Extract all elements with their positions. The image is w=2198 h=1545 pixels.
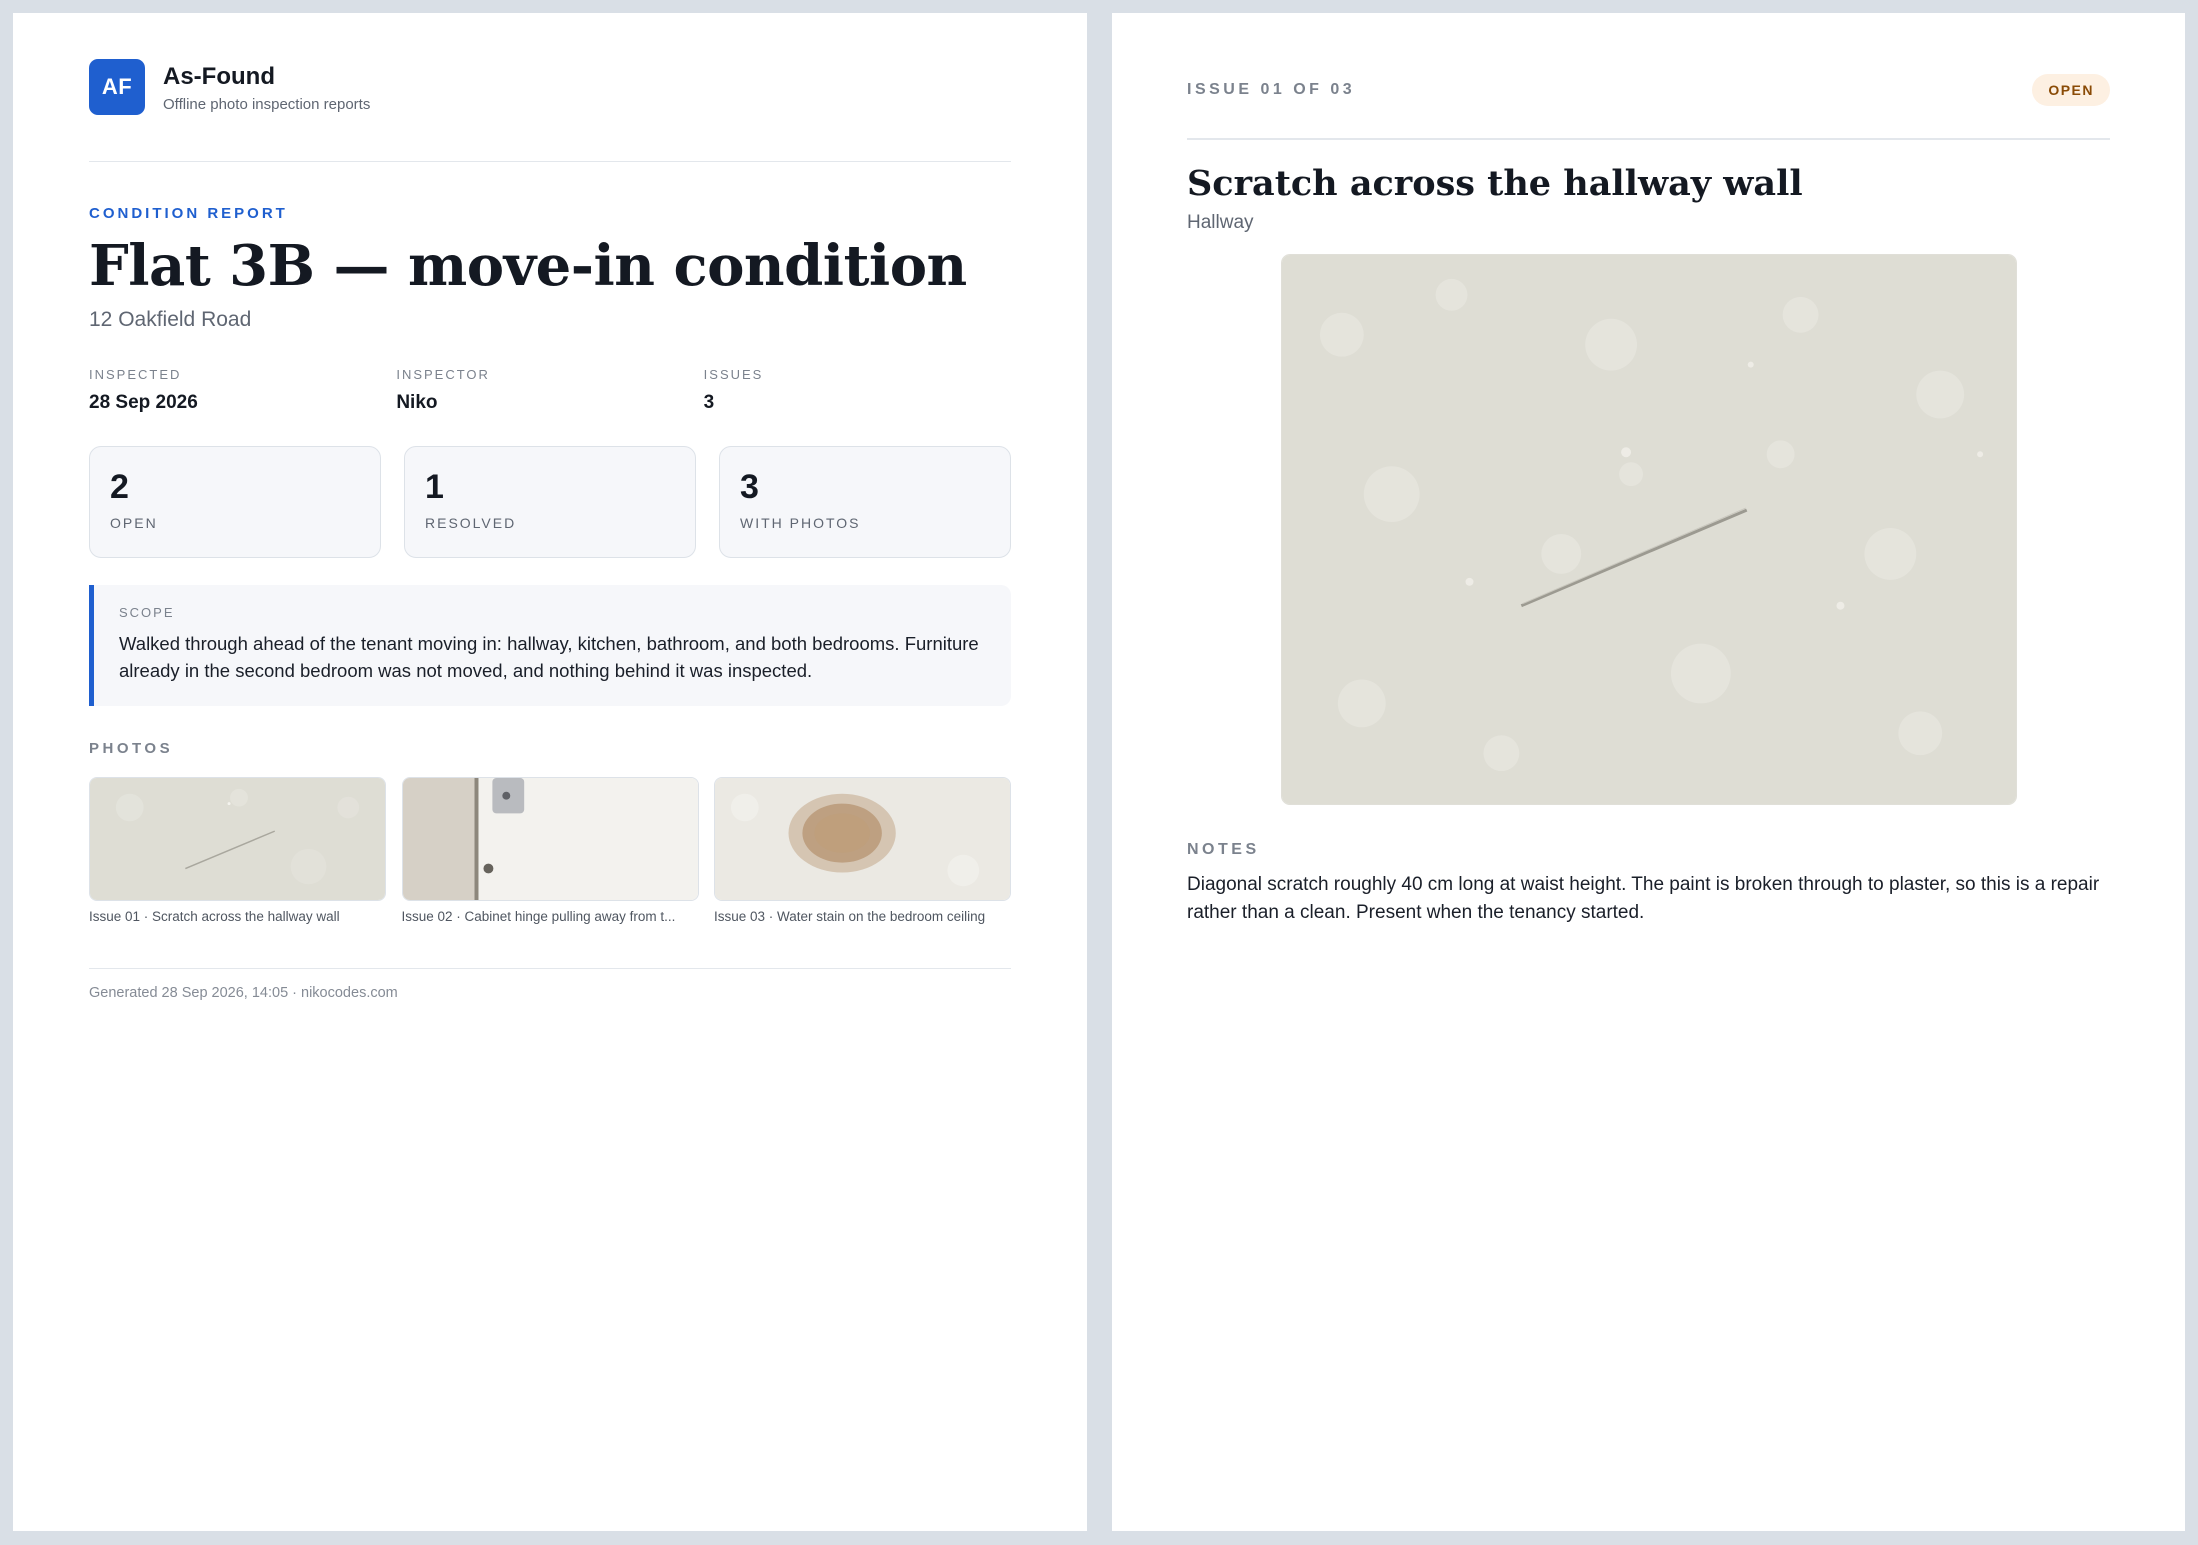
- meta-label: ISSUES: [703, 367, 764, 382]
- stat-label: OPEN: [110, 515, 158, 531]
- stat-card-resolved: 1 RESOLVED: [404, 446, 696, 558]
- meta-label: INSPECTOR: [396, 367, 490, 382]
- report-summary-page: AF As-Found Offline photo inspection rep…: [13, 13, 1087, 1531]
- ceiling-stain-photo[interactable]: [714, 777, 1011, 901]
- cabinet-hinge-photo[interactable]: [401, 777, 699, 901]
- issue-location: Hallway: [1187, 212, 1254, 233]
- scope-text: Walked through ahead of the tenant movin…: [119, 633, 979, 681]
- issue-notes: Diagonal scratch roughly 40 cm long at w…: [1187, 874, 2100, 923]
- photo-thumbnails: Issue 01 · Scratch across the hallway wa…: [89, 777, 1011, 924]
- wall-scratch-photo[interactable]: [1280, 254, 2017, 805]
- photo-thumb-issue-01[interactable]: Issue 01 · Scratch across the hallway wa…: [89, 777, 386, 924]
- stat-label: RESOLVED: [425, 515, 517, 531]
- brand-logo: AF: [89, 59, 145, 115]
- meta-issues: ISSUES 3: [704, 367, 1011, 414]
- meta-value: 3: [703, 392, 715, 413]
- issue-counter: ISSUE 01 OF 03: [1187, 80, 1356, 98]
- report-meta: INSPECTED 28 Sep 2026 INSPECTOR Niko ISS…: [89, 367, 1011, 414]
- status-badge: OPEN: [2032, 73, 2110, 106]
- photo-caption: Issue 02 · Cabinet hinge pulling away fr…: [401, 909, 676, 924]
- stat-card-with-photos: 3 WITH PHOTOS: [719, 446, 1011, 558]
- photo-thumb-issue-03[interactable]: Issue 03 · Water stain on the bedroom ce…: [714, 777, 1011, 924]
- meta-inspected: INSPECTED 28 Sep 2026: [89, 367, 396, 414]
- scope-label: SCOPE: [119, 605, 175, 620]
- meta-inspector: INSPECTOR Niko: [396, 367, 703, 414]
- issue-detail-page: ISSUE 01 OF 03 OPEN Scratch across the h…: [1112, 13, 2185, 1531]
- stat-cards: 2 OPEN 1 RESOLVED 3 WITH PHOTOS: [89, 446, 1011, 558]
- meta-label: INSPECTED: [89, 367, 182, 382]
- notes-label: NOTES: [1187, 841, 1260, 858]
- report-footer: Generated 28 Sep 2026, 14:05 · nikocodes…: [89, 968, 1011, 1001]
- photos-section-label: PHOTOS: [89, 740, 174, 757]
- meta-value: 28 Sep 2026: [89, 392, 198, 413]
- photo-thumb-issue-02[interactable]: Issue 02 · Cabinet hinge pulling away fr…: [401, 777, 699, 924]
- brand-header: AF As-Found Offline photo inspection rep…: [89, 13, 1011, 162]
- scope-callout: SCOPE Walked through ahead of the tenant…: [89, 585, 1011, 706]
- photo-caption: Issue 01 · Scratch across the hallway wa…: [89, 909, 340, 924]
- report-title: Flat 3B — move-in condition: [89, 233, 967, 299]
- issue-title: Scratch across the hallway wall: [1187, 163, 1803, 204]
- stat-card-open: 2 OPEN: [89, 446, 381, 558]
- brand-tagline: Offline photo inspection reports: [163, 95, 371, 113]
- brand-name: As-Found: [163, 62, 275, 90]
- meta-value: Niko: [396, 392, 438, 413]
- report-type-label: CONDITION REPORT: [89, 205, 288, 222]
- report-address: 12 Oakfield Road: [89, 308, 252, 331]
- stat-value: 3: [740, 468, 759, 506]
- stat-label: WITH PHOTOS: [740, 515, 861, 531]
- issue-header: ISSUE 01 OF 03 OPEN: [1187, 13, 2110, 140]
- stat-value: 2: [110, 468, 129, 506]
- photo-caption: Issue 03 · Water stain on the bedroom ce…: [714, 909, 986, 924]
- stat-value: 1: [425, 468, 444, 506]
- wall-scratch-photo[interactable]: [89, 777, 386, 901]
